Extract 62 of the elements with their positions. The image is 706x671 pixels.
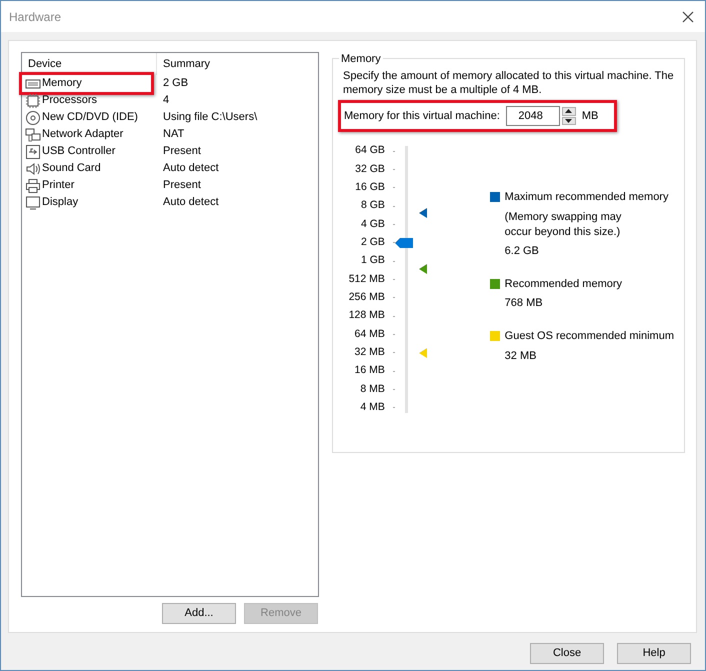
spin-down-button[interactable] — [562, 116, 576, 125]
scale-label: 64 MB — [354, 326, 385, 342]
scale-label: 512 MB — [348, 272, 385, 287]
device-name[interactable]: Printer — [42, 177, 74, 194]
device-summary: 4 — [163, 94, 170, 106]
close-button[interactable]: Close — [530, 643, 604, 664]
device-summary: Using file C:\Users\ — [163, 111, 258, 124]
speaker-icon — [25, 160, 41, 176]
legend-value: 768 MB — [504, 297, 543, 309]
scale-label: 256 MB — [348, 290, 385, 306]
spin-up-button[interactable] — [562, 107, 576, 116]
description-text: Specify the amount of memory allocated to this virtual machine. The memory size must be a multiple of 4 MB. — [343, 69, 674, 97]
processor-icon — [25, 92, 41, 108]
caret-down-icon — [565, 118, 572, 123]
scale-label: 4 MB — [360, 400, 385, 416]
scale-label: 8 MB — [360, 382, 385, 397]
scale-label: 8 GB — [360, 198, 385, 214]
device-name[interactable]: Memory — [42, 75, 82, 92]
device-summary: Present — [163, 145, 201, 158]
printer-icon — [25, 178, 41, 194]
close-icon[interactable] — [681, 10, 695, 24]
field-label: Memory for this virtual machine: — [344, 108, 500, 124]
legend-value: 32 MB — [504, 350, 536, 362]
device-name[interactable]: USB Controller — [42, 143, 116, 160]
scale-label: 32 MB — [354, 345, 385, 360]
scale-label: 1 GB — [360, 253, 385, 268]
disc-icon — [25, 110, 41, 126]
add-button[interactable]: Add... — [162, 603, 236, 624]
device-name[interactable]: Processors — [42, 92, 98, 109]
scale-label: 2 GB — [360, 235, 385, 250]
device-name[interactable]: Network Adapter — [42, 126, 124, 143]
legend-label: Maximum recommended memory — [504, 190, 668, 205]
scale-label: 16 MB — [354, 363, 385, 378]
unit-label: MB — [582, 108, 598, 124]
window-title: Hardware — [9, 8, 62, 26]
legend-note: (Memory swapping may occur beyond this size.) — [504, 210, 622, 238]
monitor-icon — [25, 194, 41, 210]
scale-label: 32 GB — [355, 162, 385, 177]
column-header[interactable]: Summary — [157, 56, 210, 72]
group-title: Memory — [339, 51, 383, 68]
scale-label: 4 GB — [360, 216, 385, 232]
device-summary: 2 GB — [163, 77, 188, 90]
usb-icon — [25, 144, 41, 160]
device-name[interactable]: New CD/DVD (IDE) — [42, 109, 138, 126]
device-summary: Present — [163, 179, 201, 192]
memory-field[interactable]: 2048 — [506, 106, 560, 126]
scale-label: 16 GB — [355, 180, 385, 195]
caret-up-icon — [565, 109, 572, 114]
scale-label: 64 GB — [355, 143, 385, 158]
device-summary: NAT — [163, 128, 184, 140]
device-summary: Auto detect — [163, 162, 219, 174]
legend-value: 6.2 GB — [504, 244, 539, 256]
device-name[interactable]: Sound Card — [42, 160, 101, 177]
scale-label: 128 MB — [348, 308, 385, 324]
legend-label: Recommended memory — [504, 276, 622, 292]
help-button[interactable]: Help — [617, 643, 691, 664]
slider-thumb[interactable] — [394, 238, 413, 248]
column-header[interactable]: Device — [22, 53, 157, 75]
network-icon — [25, 126, 41, 142]
device-name[interactable]: Display — [42, 194, 78, 211]
device-summary: Auto detect — [163, 196, 219, 208]
legend-label: Guest OS recommended minimum — [504, 329, 674, 344]
